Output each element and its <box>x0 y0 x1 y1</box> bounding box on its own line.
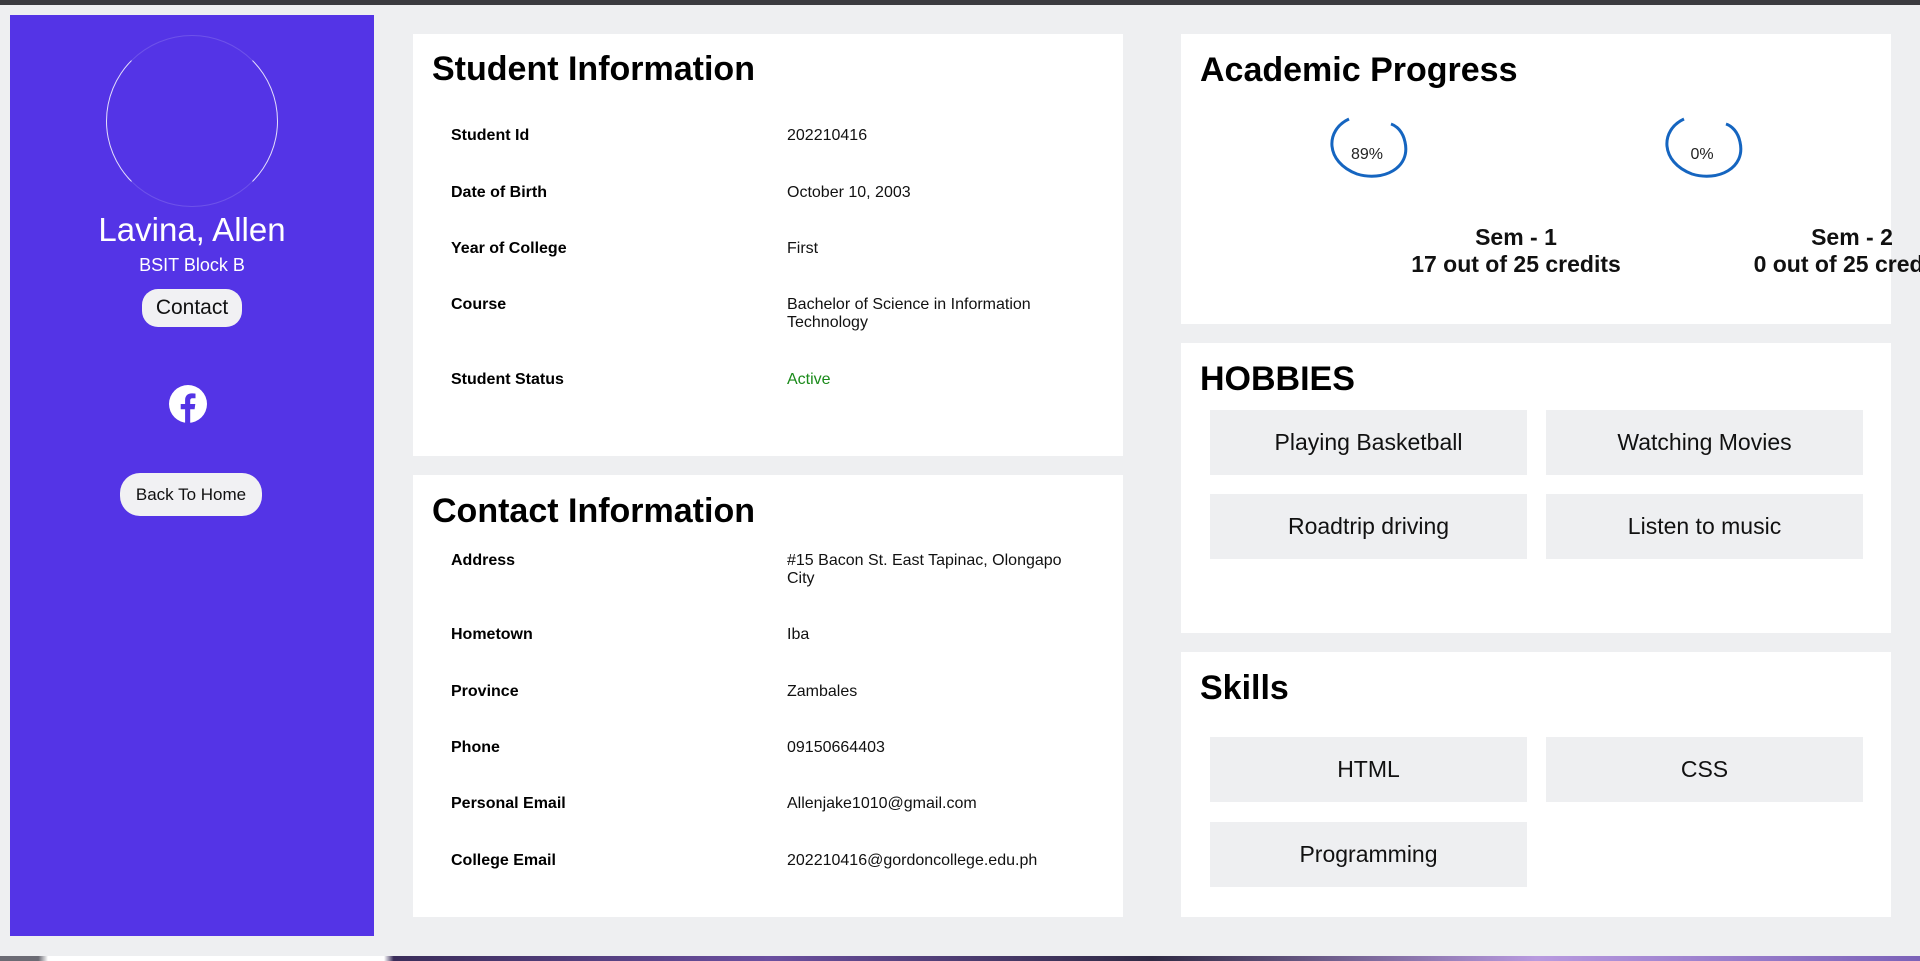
student-information-card: Student Information Student Id 202210416… <box>413 34 1123 456</box>
academic-progress-title: Academic Progress <box>1200 51 1518 89</box>
hobby-tile[interactable]: Listen to music <box>1546 494 1863 559</box>
contact-information-card: Contact Information Address #15 Bacon St… <box>413 475 1123 917</box>
sem1-title: Sem - 1 <box>1475 224 1557 250</box>
college-email-value: 202210416@gordoncollege.edu.ph <box>787 852 1038 869</box>
hobbies-title: HOBBIES <box>1200 360 1355 398</box>
sem2-credits: 0 out of 25 credits <box>1753 251 1920 277</box>
province-value: Zambales <box>787 683 858 700</box>
phone-label: Phone <box>451 739 500 756</box>
skills-title: Skills <box>1200 669 1289 707</box>
hobby-tile[interactable]: Playing Basketball <box>1210 410 1527 475</box>
skill-tile[interactable]: CSS <box>1546 737 1863 802</box>
course-value: Bachelor of Science in Information Techn… <box>787 296 1031 331</box>
college-email-label: College Email <box>451 852 556 869</box>
skills-card: Skills HTML CSS Programming <box>1181 652 1891 917</box>
avatar <box>106 35 278 207</box>
profile-sidebar: Lavina, Allen BSIT Block B Contact Back … <box>10 15 374 936</box>
student-name: Lavina, Allen <box>98 211 286 248</box>
contact-information-title: Contact Information <box>432 492 755 530</box>
sem1-credits: 17 out of 25 credits <box>1411 251 1621 277</box>
year-of-college-label: Year of College <box>451 240 567 257</box>
year-of-college-value: First <box>787 240 819 257</box>
student-block: BSIT Block B <box>139 255 245 275</box>
sem2-title: Sem - 2 <box>1811 224 1893 250</box>
back-to-home-button[interactable]: Back To Home <box>120 473 262 516</box>
personal-email-value: Allenjake1010@gmail.com <box>787 795 977 812</box>
date-of-birth-label: Date of Birth <box>451 184 547 201</box>
browser-top-edge <box>0 0 1920 5</box>
course-label: Course <box>451 296 507 313</box>
student-status-value: Active <box>787 371 831 388</box>
hobby-tile[interactable]: Roadtrip driving <box>1210 494 1527 559</box>
province-label: Province <box>451 683 519 700</box>
date-of-birth-value: October 10, 2003 <box>787 184 911 201</box>
hometown-value: Iba <box>787 626 810 643</box>
academic-progress-card: Academic Progress 89% Sem - 1 17 out of … <box>1181 34 1920 324</box>
student-status-label: Student Status <box>451 371 564 388</box>
sem1-percent: 89% <box>1350 146 1384 163</box>
student-information-title: Student Information <box>432 50 755 88</box>
personal-email-label: Personal Email <box>451 795 566 812</box>
sem2-percent: 0% <box>1690 146 1714 163</box>
student-id-value: 202210416 <box>787 127 868 144</box>
hobby-tile[interactable]: Watching Movies <box>1546 410 1863 475</box>
hobbies-card: HOBBIES Playing Basketball Watching Movi… <box>1181 343 1891 633</box>
address-value: #15 Bacon St. East Tapinac, Olongapo Cit… <box>787 552 1062 587</box>
address-label: Address <box>451 552 516 569</box>
phone-value: 09150664403 <box>787 739 885 756</box>
bottom-edge-strip <box>0 956 1920 961</box>
skill-tile[interactable]: HTML <box>1210 737 1527 802</box>
contact-button[interactable]: Contact <box>142 289 242 327</box>
facebook-icon[interactable] <box>169 385 207 423</box>
hometown-label: Hometown <box>451 626 533 643</box>
skill-tile[interactable]: Programming <box>1210 822 1527 887</box>
student-id-label: Student Id <box>451 127 530 144</box>
